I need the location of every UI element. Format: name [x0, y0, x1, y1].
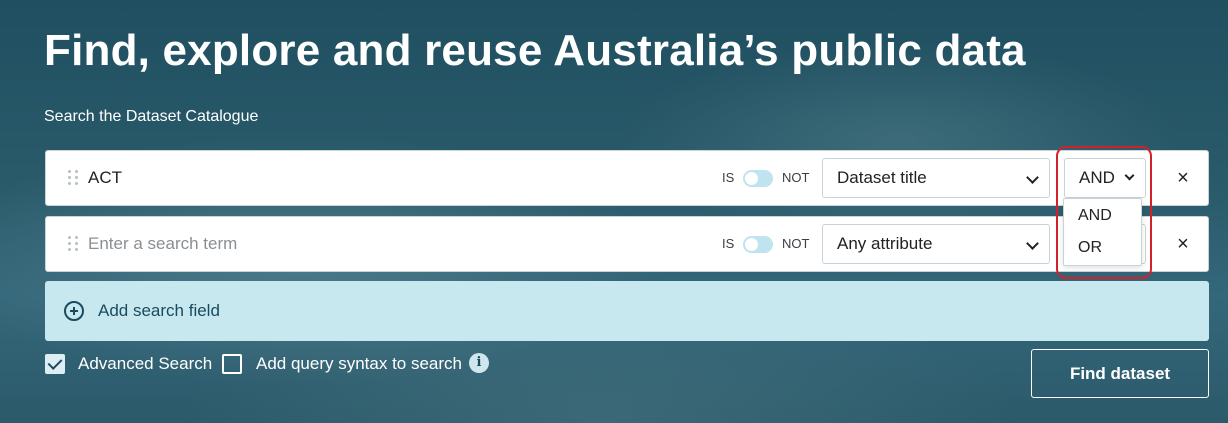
- add-search-field-label: Add search field: [98, 301, 220, 320]
- add-search-field-button[interactable]: Add search field: [45, 281, 1209, 341]
- attribute-select-value: Dataset title: [837, 168, 927, 187]
- advanced-search-checkbox[interactable]: [45, 354, 65, 374]
- attribute-select[interactable]: Dataset title: [822, 158, 1050, 198]
- not-label: NOT: [782, 170, 810, 185]
- find-dataset-button[interactable]: Find dataset: [1031, 349, 1209, 398]
- drag-handle-icon[interactable]: [68, 236, 80, 254]
- query-syntax-label[interactable]: Add query syntax to search: [256, 352, 462, 376]
- attribute-select-value: Any attribute: [837, 234, 933, 253]
- search-row-2: IS NOT Any attribute ×: [45, 216, 1209, 272]
- drag-handle-icon[interactable]: [68, 170, 80, 188]
- close-icon: ×: [1177, 167, 1189, 189]
- is-not-toggle[interactable]: [743, 170, 773, 187]
- is-not-toggle[interactable]: [743, 236, 773, 253]
- search-term-input[interactable]: [88, 217, 648, 271]
- attribute-select[interactable]: Any attribute: [822, 224, 1050, 264]
- is-label: IS: [722, 236, 735, 251]
- page-title: Find, explore and reuse Australia’s publ…: [44, 26, 1026, 75]
- search-term-input[interactable]: [88, 151, 648, 205]
- toggle-knob: [745, 172, 758, 185]
- is-label: IS: [722, 170, 735, 185]
- chevron-down-icon: [1026, 237, 1039, 250]
- query-syntax-checkbox[interactable]: [222, 354, 242, 374]
- remove-row-button[interactable]: ×: [1170, 165, 1196, 191]
- search-subtitle: Search the Dataset Catalogue: [44, 108, 259, 125]
- highlight-annotation: [1056, 146, 1152, 279]
- plus-circle-icon: [64, 301, 84, 321]
- not-label: NOT: [782, 236, 810, 251]
- close-icon: ×: [1177, 233, 1189, 255]
- advanced-search-label[interactable]: Advanced Search: [78, 352, 212, 376]
- search-row-1: IS NOT Dataset title AND ×: [45, 150, 1209, 206]
- info-icon[interactable]: i: [469, 353, 489, 373]
- toggle-knob: [745, 238, 758, 251]
- chevron-down-icon: [1026, 171, 1039, 184]
- remove-row-button[interactable]: ×: [1170, 231, 1196, 257]
